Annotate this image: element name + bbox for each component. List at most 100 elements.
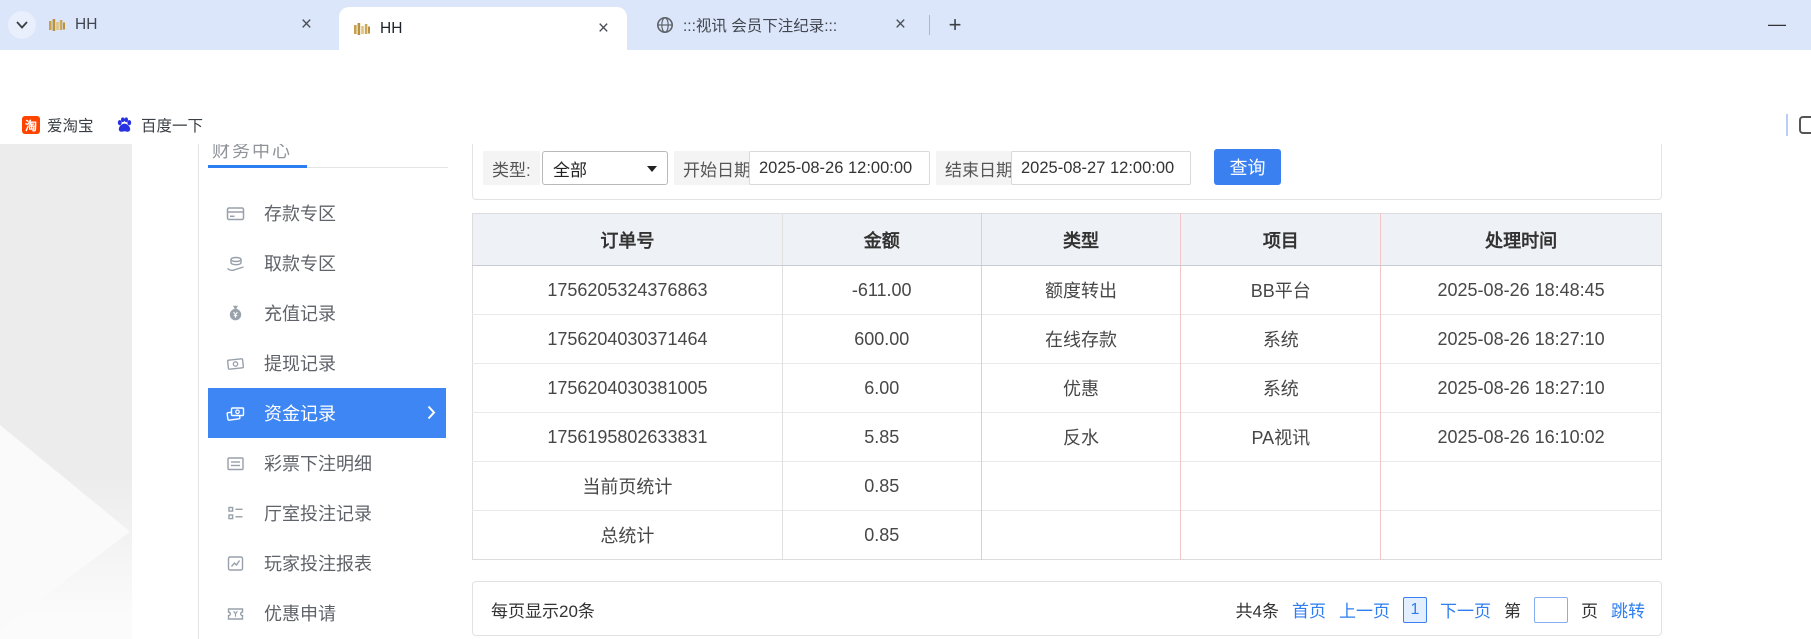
recharge-bag-icon (226, 304, 245, 323)
cell-time (1381, 462, 1662, 511)
browser-toolbar: ← → mgm1065.com/hhcp/usercenter.html?ini… (0, 50, 1811, 106)
bookmark-clipped-item (1799, 116, 1811, 134)
sidebar-item-withdrawal-records[interactable]: 提现记录 (208, 338, 446, 388)
tab-strip: HH × HH × :::视讯 会员下注纪录::: × + — (0, 0, 1811, 50)
start-date-input[interactable] (749, 151, 930, 185)
cell-order-no: 1756204030381005 (473, 364, 783, 413)
cell-amount: -611.00 (782, 266, 981, 315)
cell-item: PA视讯 (1181, 413, 1381, 462)
sidebar-item-label: 优惠申请 (264, 600, 336, 626)
chevron-right-icon (427, 405, 436, 420)
sidebar-item-withdraw-zone[interactable]: 取款专区 (208, 238, 446, 288)
cell-time: 2025-08-26 18:27:10 (1381, 364, 1662, 413)
tab-title: HH (380, 20, 402, 38)
table-header-row: 订单号 金额 类型 项目 处理时间 (473, 214, 1662, 266)
cell-amount: 6.00 (782, 364, 981, 413)
lottery-detail-icon (226, 454, 245, 473)
tab-hh-2-active[interactable]: HH × (339, 7, 627, 50)
sidebar-item-recharge-records[interactable]: 充值记录 (208, 288, 446, 338)
bookmarks-edge-divider (1786, 114, 1788, 136)
chevron-down-icon (16, 21, 28, 29)
funds-record-icon (226, 404, 245, 423)
search-button[interactable]: 查询 (1214, 149, 1281, 185)
cell-type: 反水 (981, 413, 1181, 462)
cell-type (981, 511, 1181, 560)
sidebar-item-label: 取款专区 (264, 250, 336, 276)
select-arrow-icon (647, 166, 657, 172)
column-header-type: 类型 (981, 214, 1181, 266)
cell-item (1181, 462, 1381, 511)
sidebar-item-label: 彩票下注明细 (264, 450, 372, 476)
cell-amount: 0.85 (782, 511, 981, 560)
end-date-input[interactable] (1011, 151, 1191, 185)
pagination-bar: 每页显示20条 共4条 首页 上一页 1 下一页 第 页 跳转 (472, 581, 1662, 636)
tab-search-button[interactable] (8, 11, 36, 39)
cell-time (1381, 511, 1662, 560)
type-select[interactable]: 全部 (542, 151, 668, 185)
watermark-triangle (0, 425, 130, 630)
sidebar-item-hall-bet-records[interactable]: 厅室投注记录 (208, 488, 446, 538)
sidebar-item-funds-records[interactable]: 资金记录 (208, 388, 446, 438)
sidebar-item-label: 玩家投注报表 (264, 550, 372, 576)
sidebar-active-tab-underline (208, 165, 307, 168)
bookmark-baidu[interactable]: 百度一下 (115, 113, 203, 137)
column-header-order-no: 订单号 (473, 214, 783, 266)
promo-apply-icon (226, 604, 245, 623)
withdraw-hand-icon (226, 254, 245, 273)
cell-time: 2025-08-26 18:48:45 (1381, 266, 1662, 315)
web-page-content: 财务中心 存款专区 取款专区 充值记录 (0, 144, 1811, 639)
cell-stats-label: 总统计 (473, 511, 783, 560)
column-header-time: 处理时间 (1381, 214, 1662, 266)
type-filter-label: 类型: (483, 151, 540, 185)
tab-hh-1[interactable]: HH × (36, 0, 328, 50)
tab-close-icon[interactable]: × (594, 18, 613, 40)
cell-type: 优惠 (981, 364, 1181, 413)
hall-bet-icon (226, 504, 245, 523)
column-header-amount: 金额 (782, 214, 981, 266)
page-left-margin (0, 144, 132, 639)
table-row: 1756205324376863 -611.00 额度转出 BB平台 2025-… (473, 266, 1662, 315)
sidebar-item-label: 资金记录 (264, 400, 336, 426)
taobao-icon: 淘 (22, 116, 40, 134)
bookmark-aitaobao[interactable]: 淘 爱淘宝 (22, 113, 94, 137)
sidebar-item-deposit-zone[interactable]: 存款专区 (208, 188, 446, 238)
cell-type (981, 462, 1181, 511)
cell-time: 2025-08-26 18:27:10 (1381, 315, 1662, 364)
bookmark-label: 百度一下 (141, 114, 203, 136)
jump-page-input[interactable] (1534, 597, 1568, 623)
prev-page-link[interactable]: 上一页 (1339, 597, 1390, 622)
browser-window: HH × HH × :::视讯 会员下注纪录::: × + — ← → (0, 0, 1811, 639)
cell-amount: 600.00 (782, 315, 981, 364)
sidebar-item-player-bet-report[interactable]: 玩家投注报表 (208, 538, 446, 588)
new-tab-button[interactable]: + (941, 11, 969, 39)
gold-bars-favicon (353, 20, 371, 38)
globe-favicon (656, 16, 674, 34)
table-row-page-stats: 当前页统计 0.85 (473, 462, 1662, 511)
window-minimize-button[interactable]: — (1762, 10, 1792, 38)
sidebar-item-label: 厅室投注记录 (264, 500, 372, 526)
first-page-link[interactable]: 首页 (1292, 597, 1326, 622)
cell-amount: 5.85 (782, 413, 981, 462)
jump-action-link[interactable]: 跳转 (1611, 597, 1645, 622)
cell-time: 2025-08-26 16:10:02 (1381, 413, 1662, 462)
cell-order-no: 1756204030371464 (473, 315, 783, 364)
current-page-indicator[interactable]: 1 (1403, 597, 1427, 623)
sidebar-item-promo-apply[interactable]: 优惠申请 (208, 588, 446, 638)
next-page-link[interactable]: 下一页 (1440, 597, 1491, 622)
tab-title: HH (75, 16, 97, 34)
sidebar-item-label: 提现记录 (264, 350, 336, 376)
table-row-total-stats: 总统计 0.85 (473, 511, 1662, 560)
total-count-text: 共4条 (1236, 597, 1279, 622)
tab-close-icon[interactable]: × (891, 14, 910, 36)
tab-title: :::视讯 会员下注纪录::: (683, 14, 837, 36)
deposit-card-icon (226, 204, 245, 223)
sidebar-item-label: 存款专区 (264, 200, 336, 226)
tab-close-icon[interactable]: × (297, 14, 316, 36)
sidebar-item-lottery-bet-detail[interactable]: 彩票下注明细 (208, 438, 446, 488)
page-size-text: 每页显示20条 (491, 582, 595, 637)
type-select-value: 全部 (553, 156, 587, 181)
tab-video-records[interactable]: :::视讯 会员下注纪录::: × (644, 0, 922, 50)
funds-records-table: 订单号 金额 类型 项目 处理时间 1756205324376863 -611.… (472, 213, 1662, 560)
cell-stats-label: 当前页统计 (473, 462, 783, 511)
bookmarks-bar: 淘 爱淘宝 百度一下 (0, 106, 1811, 144)
